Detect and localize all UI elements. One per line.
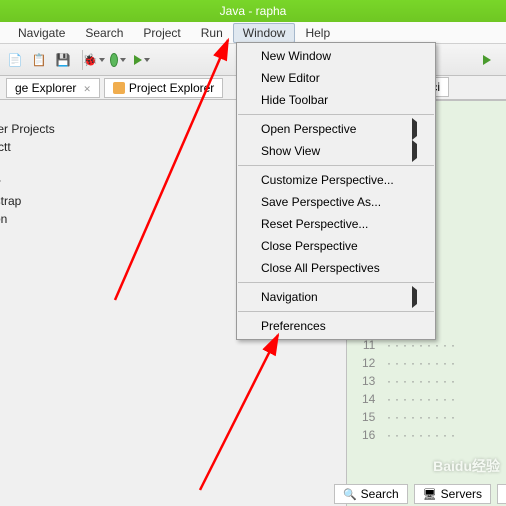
menu-search[interactable]: Search: [75, 23, 133, 43]
menu-bar: Navigate Search Project Run Window Help: [0, 22, 506, 44]
menu-separator: [238, 165, 434, 166]
chevron-right-icon: [412, 144, 417, 158]
menu-reset-perspective[interactable]: Reset Perspective...: [237, 213, 435, 235]
servers-tab[interactable]: 🖥 Servers: [414, 484, 491, 504]
debug-icon[interactable]: 🐞: [85, 51, 103, 69]
bottom-view-tabs: 🔍 Search 🖥 Servers ⋯: [334, 484, 506, 504]
watermark: Baidu经验: [433, 456, 500, 476]
search-tab[interactable]: 🔍 Search: [334, 484, 408, 504]
chevron-right-icon: [412, 290, 417, 304]
menu-hide-toolbar[interactable]: Hide Toolbar: [237, 89, 435, 111]
menu-window[interactable]: Window: [233, 23, 296, 43]
menu-close-all-perspectives[interactable]: Close All Perspectives: [237, 257, 435, 279]
folder-icon: [113, 82, 125, 94]
menu-separator: [238, 282, 434, 283]
run-icon[interactable]: [109, 51, 127, 69]
toolbar-icon[interactable]: 💾: [54, 51, 72, 69]
run-last-icon[interactable]: [133, 51, 151, 69]
menu-separator: [238, 311, 434, 312]
menu-preferences[interactable]: Preferences: [237, 315, 435, 337]
toolbar-icon[interactable]: 📄: [6, 51, 24, 69]
tree-item[interactable]: ython: [0, 210, 100, 228]
close-icon[interactable]: [80, 81, 91, 95]
package-explorer-tab[interactable]: ge Explorer: [6, 78, 100, 98]
menu-show-view[interactable]: Show View: [237, 140, 435, 162]
tree-item[interactable]: rojectt: [0, 138, 100, 156]
tree-item[interactable]: Other Projects: [0, 120, 100, 138]
chevron-right-icon: [412, 122, 417, 136]
window-title: Java - rapha: [220, 4, 287, 18]
menu-run[interactable]: Run: [191, 23, 233, 43]
toolbar-icon[interactable]: 📋: [30, 51, 48, 69]
menu-open-perspective[interactable]: Open Perspective: [237, 118, 435, 140]
menu-new-window[interactable]: New Window: [237, 45, 435, 67]
whitespace-dots: ··························· ············…: [387, 336, 459, 444]
tree-item[interactable]: UI: [0, 156, 100, 174]
menu-new-editor[interactable]: New Editor: [237, 67, 435, 89]
menu-project[interactable]: Project: [133, 23, 190, 43]
menu-customize-perspective[interactable]: Customize Perspective...: [237, 169, 435, 191]
project-tree: Other Projects rojectt UI tudy ootstrap …: [0, 120, 100, 228]
title-bar: Java - rapha: [0, 0, 506, 22]
menu-separator: [238, 114, 434, 115]
menu-help[interactable]: Help: [295, 23, 340, 43]
more-tab[interactable]: ⋯: [497, 484, 506, 504]
menu-close-perspective[interactable]: Close Perspective: [237, 235, 435, 257]
window-menu-dropdown: New Window New Editor Hide Toolbar Open …: [236, 42, 436, 340]
project-explorer-tab[interactable]: Project Explorer: [104, 78, 223, 98]
tree-item[interactable]: tudy: [0, 174, 100, 192]
run-button[interactable]: [478, 51, 496, 69]
menu-save-perspective[interactable]: Save Perspective As...: [237, 191, 435, 213]
tree-item[interactable]: ootstrap: [0, 192, 100, 210]
menu-navigate[interactable]: Navigate: [8, 23, 75, 43]
menu-navigation[interactable]: Navigation: [237, 286, 435, 308]
line-gutter: 111213 141516: [362, 336, 375, 444]
